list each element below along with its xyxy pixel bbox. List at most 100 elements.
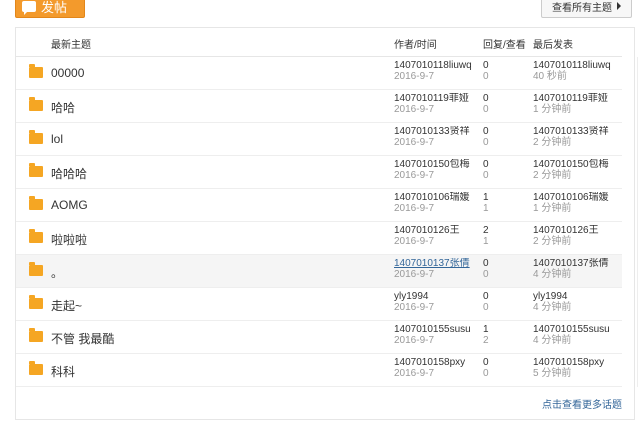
caret-right-icon [617,2,621,10]
author-link[interactable]: 1407010155susu [394,324,482,335]
topic-link[interactable]: 哈哈哈 [51,165,87,182]
topic-link[interactable]: 哈哈 [51,99,75,116]
last-poster-link[interactable]: 1407010150包梅 [533,159,623,170]
folder-icon [29,262,43,276]
table-row: AOMG 1407010106瑞媛 2016-9-7 11 1407010106瑞… [16,189,622,222]
view-count: 1 [483,236,489,247]
author-link[interactable]: yly1994 [394,291,482,302]
reply-count: 1 [483,324,489,335]
table-row: lol 1407010133贤祥 2016-9-7 00 1407010133贤祥… [16,123,622,156]
reply-count: 0 [483,60,489,71]
reply-count: 0 [483,126,489,137]
author-link[interactable]: 1407010158pxy [394,357,482,368]
last-post-time[interactable]: 2 分钟前 [533,236,623,247]
post-date: 2016-9-7 [394,203,435,214]
last-post-time[interactable]: 4 分钟前 [533,335,623,346]
last-poster-link[interactable]: yly1994 [533,291,623,302]
topic-link[interactable]: 科科 [51,363,75,380]
last-poster-link[interactable]: 1407010133贤祥 [533,126,623,137]
author-link[interactable]: 1407010137张倩 [394,258,482,269]
view-count: 0 [483,302,489,313]
last-post-time[interactable]: 4 分钟前 [533,269,623,280]
view-count: 1 [483,203,489,214]
folder-icon [29,196,43,210]
table-row: 啦啦啦 1407010126王 2016-9-7 21 1407010126王 2 … [16,222,622,255]
last-post-time[interactable]: 2 分钟前 [533,137,623,148]
folder-icon [29,163,43,177]
header-latest-topic: 最新主题 [51,40,91,51]
view-count: 2 [483,335,489,346]
post-date: 2016-9-7 [394,137,435,148]
last-poster-link[interactable]: 1407010118liuwq [533,60,623,71]
folder-icon [29,97,43,111]
table-row: 科科 1407010158pxy 2016-9-7 00 1407010158px… [16,354,622,387]
header-reply-view: 回复/查看 [483,40,526,51]
last-post-time[interactable]: 5 分钟前 [533,368,623,379]
topic-link[interactable]: 。 [51,264,63,281]
reply-count: 0 [483,291,489,302]
post-date: 2016-9-7 [394,170,435,181]
reply-count: 0 [483,357,489,368]
table-row: 哈哈 1407010119菲娅 2016-9-7 00 1407010119菲娅 1… [16,90,622,123]
folder-icon [29,295,43,309]
topic-link[interactable]: AOMG [51,198,88,212]
speech-bubble-icon [22,0,36,15]
view-all-topics-label: 查看所有主题 [552,2,612,14]
last-poster-link[interactable]: 1407010155susu [533,324,623,335]
folder-icon [29,361,43,375]
folder-icon [29,229,43,243]
post-date: 2016-9-7 [394,302,435,313]
last-poster-link[interactable]: 1407010126王 [533,225,623,236]
view-count: 0 [483,137,489,148]
last-poster-link[interactable]: 1407010119菲娅 [533,93,623,104]
reply-count: 0 [483,258,489,269]
table-row: 走起~ yly1994 2016-9-7 00 yly1994 4 分钟前 [16,288,622,321]
folder-icon [29,130,43,144]
topic-link[interactable]: 00000 [51,66,84,80]
author-link[interactable]: 1407010133贤祥 [394,126,482,137]
topic-list-panel: 最新主题 作者/时间 回复/查看 最后发表 00000 1407010118li… [15,27,640,420]
view-count: 0 [483,269,489,280]
table-row: 00000 1407010118liuwq 2016-9-7 00 1407010… [16,57,622,90]
table-row: 。 1407010137张倩 2016-9-7 00 1407010137张倩 4 … [16,255,622,288]
folder-icon [29,328,43,342]
author-link[interactable]: 1407010150包梅 [394,159,482,170]
view-all-topics-button[interactable]: 查看所有主题 [541,0,632,18]
view-count: 0 [483,170,489,181]
post-date: 2016-9-7 [394,269,435,280]
topic-link[interactable]: 走起~ [51,297,82,314]
view-count: 0 [483,368,489,379]
post-date: 2016-9-7 [394,236,435,247]
last-post-time[interactable]: 4 分钟前 [533,302,623,313]
topic-list: 00000 1407010118liuwq 2016-9-7 00 1407010… [16,57,622,387]
post-date: 2016-9-7 [394,71,435,82]
reply-count: 1 [483,192,489,203]
last-poster-link[interactable]: 1407010137张倩 [533,258,623,269]
topic-link[interactable]: lol [51,132,63,146]
last-post-time[interactable]: 1 分钟前 [533,203,623,214]
last-post-time[interactable]: 2 分钟前 [533,170,623,181]
table-header: 最新主题 作者/时间 回复/查看 最后发表 [16,28,622,57]
post-date: 2016-9-7 [394,335,435,346]
last-post-time[interactable]: 40 秒前 [533,71,623,82]
last-post-time[interactable]: 1 分钟前 [533,104,623,115]
folder-icon [29,64,43,78]
view-count: 0 [483,104,489,115]
table-row: 不管 我最酷 1407010155susu 2016-9-7 12 1407010… [16,321,622,354]
author-link[interactable]: 1407010119菲娅 [394,93,482,104]
post-button[interactable]: 发帖 [15,0,85,18]
reply-count: 0 [483,93,489,104]
header-author-time: 作者/时间 [394,40,437,51]
view-count: 0 [483,71,489,82]
header-last-post: 最后发表 [533,40,573,51]
last-poster-link[interactable]: 1407010158pxy [533,357,623,368]
last-poster-link[interactable]: 1407010106瑞媛 [533,192,623,203]
topic-link[interactable]: 不管 我最酷 [51,330,114,347]
author-link[interactable]: 1407010106瑞媛 [394,192,482,203]
view-more-topics-link[interactable]: 点击查看更多话题 [542,396,622,411]
post-button-label: 发帖 [41,0,68,15]
author-link[interactable]: 1407010126王 [394,225,482,236]
topic-link[interactable]: 啦啦啦 [51,231,87,248]
reply-count: 0 [483,159,489,170]
author-link[interactable]: 1407010118liuwq [394,60,482,71]
